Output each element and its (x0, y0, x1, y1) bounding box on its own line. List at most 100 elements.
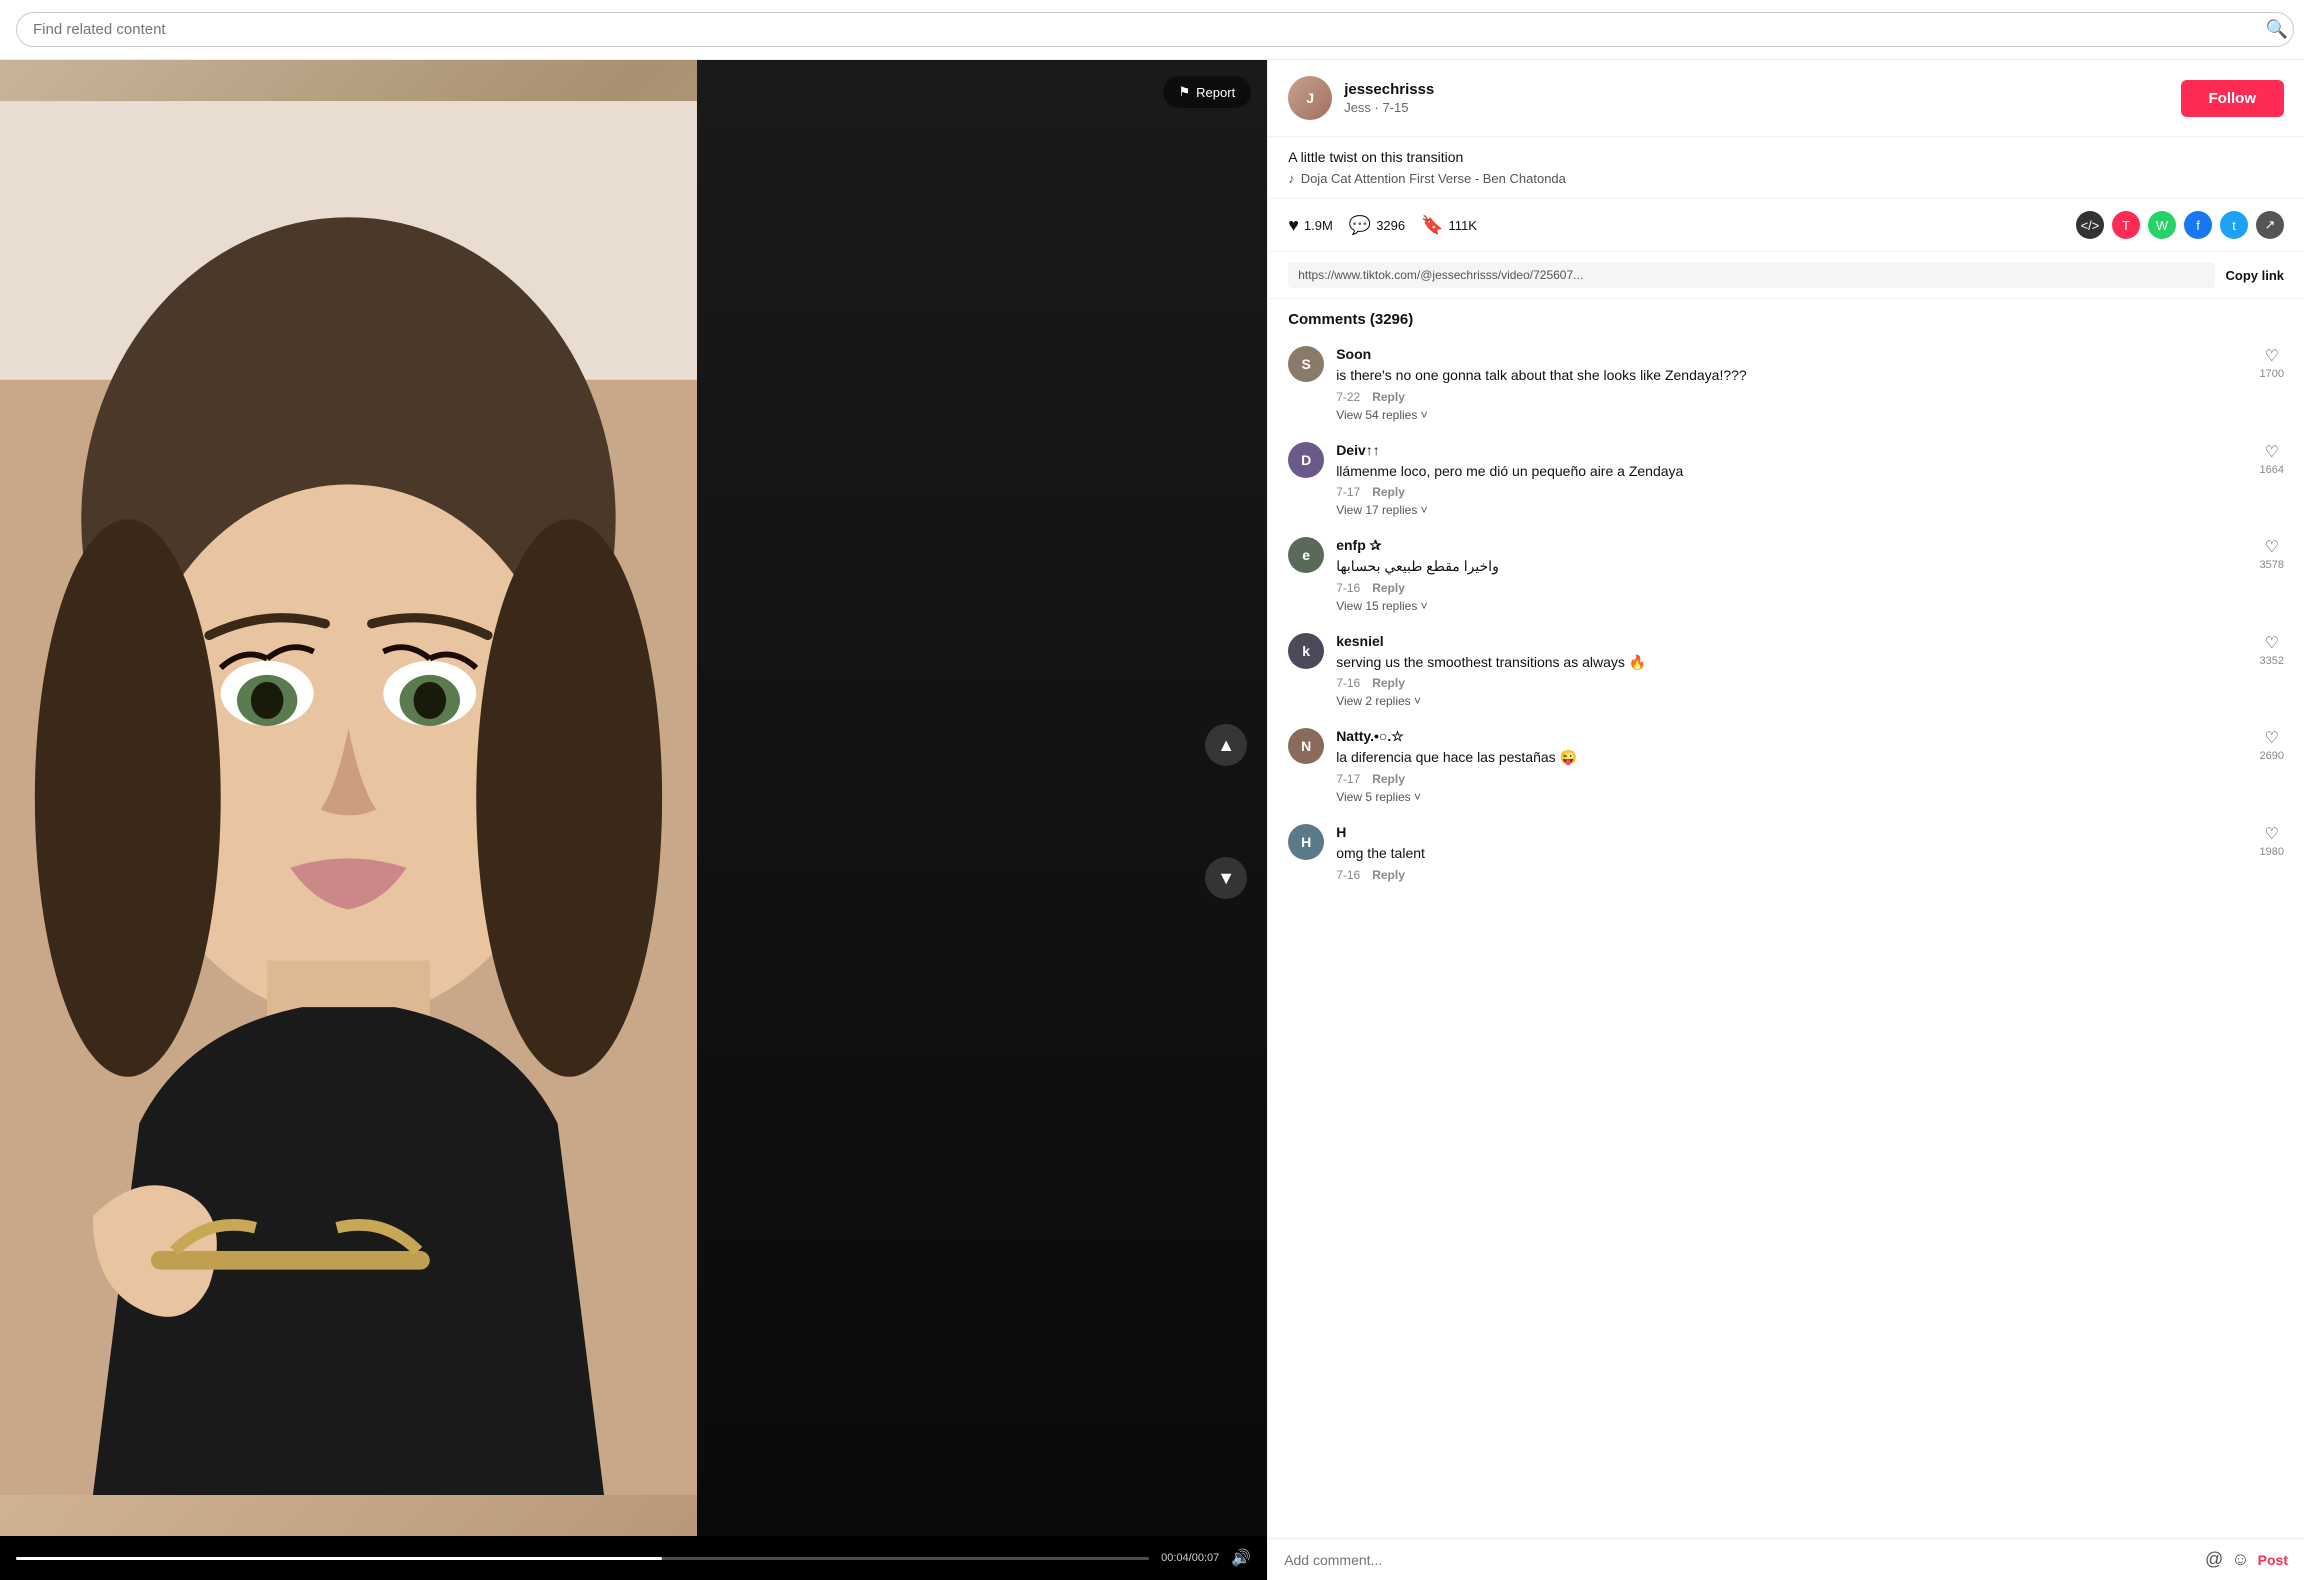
comment-body: Natty.•○.☆ la diferencia que hace las pe… (1336, 728, 2247, 804)
user-info: jessechrisss Jess · 7-15 (1344, 81, 2168, 115)
nav-down-button[interactable]: ▼ (1205, 857, 1247, 899)
comment-item: D Deiv↑↑ llámenme loco, pero me dió un p… (1268, 432, 2304, 528)
comment-date: 7-16 (1336, 868, 1360, 882)
view-replies-link[interactable]: View 15 replies ˅ (1336, 599, 2247, 613)
comment-username: Natty.•○.☆ (1336, 728, 1404, 744)
follow-button[interactable]: Follow (2181, 80, 2285, 117)
comment-username: H (1336, 824, 1346, 840)
share-more-icon[interactable]: ↗ (2256, 211, 2284, 239)
chevron-down-icon: ▼ (1217, 868, 1235, 889)
comment-body: H omg the talent 7-16 Reply (1336, 824, 2247, 882)
comment-reply-button[interactable]: Reply (1372, 581, 1405, 595)
progress-fill (16, 1557, 662, 1560)
music-note-icon: ♪ (1288, 171, 1295, 186)
search-input[interactable] (16, 12, 2294, 47)
comment-like: ♡ 2690 (2260, 728, 2284, 762)
like-icon[interactable]: ♡ (2265, 442, 2279, 462)
view-replies-link[interactable]: View 2 replies ˅ (1336, 694, 2247, 708)
share-twitter-icon[interactable]: t (2220, 211, 2248, 239)
copy-link-button[interactable]: Copy link (2225, 268, 2284, 283)
comments-count: 3296 (1376, 218, 1405, 233)
comment-text: is there's no one gonna talk about that … (1336, 366, 2247, 386)
bookmark-icon: 🔖 (1421, 215, 1443, 236)
share-code-icon[interactable]: </> (2076, 211, 2104, 239)
comment-item: k kesniel serving us the smoothest trans… (1268, 623, 2304, 719)
view-replies-link[interactable]: View 54 replies ˅ (1336, 408, 2247, 422)
comment-body: kesniel serving us the smoothest transit… (1336, 633, 2247, 709)
comment-item: N Natty.•○.☆ la diferencia que hace las … (1268, 718, 2304, 814)
comment-avatar: S (1288, 346, 1324, 382)
view-replies-link[interactable]: View 5 replies ˅ (1336, 790, 2247, 804)
share-whatsapp-icon[interactable]: W (2148, 211, 2176, 239)
post-caption: A little twist on this transition (1288, 149, 2284, 165)
like-icon[interactable]: ♡ (2265, 728, 2279, 748)
comment-date: 7-22 (1336, 390, 1360, 404)
comment-icon: 💬 (1349, 215, 1371, 236)
like-count: 3352 (2260, 655, 2284, 667)
face-illustration (0, 60, 697, 1536)
comment-reply-button[interactable]: Reply (1372, 868, 1405, 882)
add-comment-input[interactable] (1284, 1552, 2195, 1568)
like-action[interactable]: ♥ 1.9M (1288, 215, 1333, 236)
comment-username: kesniel (1336, 633, 1383, 649)
comment-username: Soon (1336, 346, 1371, 362)
comment-reply-button[interactable]: Reply (1372, 390, 1405, 404)
comment-meta: 7-17 Reply (1336, 772, 2247, 786)
username: jessechrisss (1344, 81, 2168, 98)
comment-avatar: D (1288, 442, 1324, 478)
comment-username: enfp ✰ (1336, 537, 1381, 553)
like-count: 1980 (2260, 846, 2284, 858)
user-meta: Jess · 7-15 (1344, 100, 2168, 115)
comment-reply-button[interactable]: Reply (1372, 676, 1405, 690)
main-content: ⚑ Report ▲ ▼ 00:04/00:07 🔊 J (0, 60, 2304, 1580)
bookmark-action[interactable]: 🔖 111K (1421, 215, 1477, 236)
comment-item: H H omg the talent 7-16 Reply ♡ 1980 (1268, 814, 2304, 892)
comment-item: e enfp ✰ واخيرا مقطع طبيعي بحسابها 7-16 … (1268, 527, 2304, 623)
avatar: J (1288, 76, 1332, 120)
likes-count: 1.9M (1304, 218, 1333, 233)
like-icon[interactable]: ♡ (2265, 633, 2279, 653)
comment-avatar: H (1288, 824, 1324, 860)
comment-action[interactable]: 💬 3296 (1349, 215, 1405, 236)
like-icon[interactable]: ♡ (2265, 824, 2279, 844)
report-button[interactable]: ⚑ Report (1163, 76, 1252, 108)
comment-like: ♡ 3578 (2260, 537, 2284, 571)
share-facebook-icon[interactable]: f (2184, 211, 2212, 239)
video-section: ⚑ Report ▲ ▼ 00:04/00:07 🔊 (0, 60, 1267, 1580)
comments-header: Comments (3296) (1268, 299, 2304, 336)
link-row: https://www.tiktok.com/@jessechrisss/vid… (1268, 252, 2304, 299)
like-count: 1700 (2260, 368, 2284, 380)
comment-action-buttons: @ ☺ Post (2205, 1549, 2288, 1570)
music-title: Doja Cat Attention First Verse - Ben Cha… (1301, 171, 1566, 186)
right-panel: J jessechrisss Jess · 7-15 Follow A litt… (1267, 60, 2304, 1580)
comment-avatar: N (1288, 728, 1324, 764)
comment-avatar: k (1288, 633, 1324, 669)
comment-like: ♡ 1664 (2260, 442, 2284, 476)
video-link: https://www.tiktok.com/@jessechrisss/vid… (1288, 262, 2215, 288)
share-tiktok-icon[interactable]: T (2112, 211, 2140, 239)
like-icon[interactable]: ♡ (2265, 537, 2279, 557)
progress-bar[interactable] (16, 1557, 1149, 1560)
user-header: J jessechrisss Jess · 7-15 Follow (1268, 60, 2304, 137)
video-controls: 00:04/00:07 🔊 (0, 1536, 1267, 1580)
comment-meta: 7-16 Reply (1336, 581, 2247, 595)
comment-reply-button[interactable]: Reply (1372, 772, 1405, 786)
search-icon[interactable]: 🔍 (2266, 19, 2288, 40)
view-replies-link[interactable]: View 17 replies ˅ (1336, 503, 2247, 517)
post-comment-button[interactable]: Post (2258, 1552, 2288, 1568)
post-info: A little twist on this transition ♪ Doja… (1268, 137, 2304, 199)
comment-text: omg the talent (1336, 844, 2247, 864)
like-icon[interactable]: ♡ (2265, 346, 2279, 366)
like-count: 3578 (2260, 559, 2284, 571)
flag-icon: ⚑ (1179, 84, 1191, 100)
post-music: ♪ Doja Cat Attention First Verse - Ben C… (1288, 171, 2284, 186)
comment-username: Deiv↑↑ (1336, 442, 1380, 458)
comment-avatar: e (1288, 537, 1324, 573)
mention-icon[interactable]: @ (2205, 1549, 2223, 1570)
volume-button[interactable]: 🔊 (1231, 1548, 1251, 1568)
emoji-icon[interactable]: ☺ (2231, 1549, 2249, 1570)
comment-date: 7-17 (1336, 485, 1360, 499)
comment-date: 7-17 (1336, 772, 1360, 786)
comment-reply-button[interactable]: Reply (1372, 485, 1405, 499)
comment-meta: 7-22 Reply (1336, 390, 2247, 404)
